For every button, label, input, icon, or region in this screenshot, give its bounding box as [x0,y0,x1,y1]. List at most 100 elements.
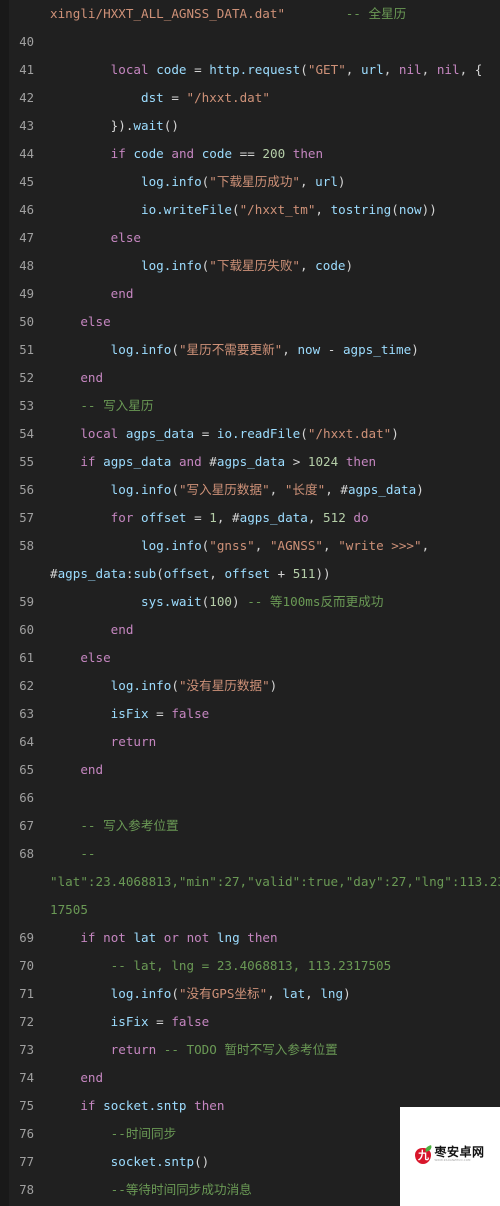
code-line[interactable]: 44 if code and code == 200 then [0,140,500,168]
line-content[interactable]: dst = "/hxxt.dat" [44,84,500,112]
token-pun [156,1042,164,1057]
line-content[interactable]: isFix = false [44,700,500,728]
code-line-wrapped[interactable]: "lat":23.4068813,"min":27,"valid":true,"… [0,868,500,896]
code-line[interactable]: 74 end [0,1064,500,1092]
line-content[interactable]: end [44,616,500,644]
code-line[interactable]: 42 dst = "/hxxt.dat" [0,84,500,112]
token-fn: lat [282,986,306,1001]
line-content[interactable]: for offset = 1, #agps_data, 512 do [44,504,500,532]
token-pun [133,510,141,525]
code-line[interactable]: 72 isFix = false [0,1008,500,1036]
code-line[interactable]: 40 [0,28,500,56]
line-content[interactable]: end [44,1064,500,1092]
token-fn: offset [163,566,210,581]
line-content[interactable]: -- lat, lng = 23.4068813, 113.2317505 [44,952,500,980]
line-content[interactable]: end [44,756,500,784]
code-line[interactable]: 47 else [0,224,500,252]
line-content[interactable]: end [44,280,500,308]
token-str: "GET" [307,62,346,77]
token-pun [96,454,104,469]
line-content[interactable]: log.info("没有GPS坐标", lat, lng) [44,980,500,1008]
token-pun [50,1042,111,1057]
token-pun: , [421,62,437,77]
line-content[interactable]: if code and code == 200 then [44,140,500,168]
code-line[interactable]: 63 isFix = false [0,700,500,728]
code-lines-container[interactable]: xingli/HXXT_ALL_AGNSS_DATA.dat" -- 全星历 40… [0,0,500,1204]
token-pun: , [267,986,283,1001]
line-content[interactable]: -- 写入星历 [44,392,500,420]
code-line[interactable]: 48 log.info("下载星历失败", code) [0,252,500,280]
token-pun: , [307,510,324,525]
token-num: 1024 [307,454,339,469]
line-content[interactable]: sys.wait(100) -- 等100ms反而更成功 [44,588,500,616]
code-line[interactable]: 41 local code = http.request("GET", url,… [0,56,500,84]
code-line[interactable]: 59 sys.wait(100) -- 等100ms反而更成功 [0,588,500,616]
code-line[interactable]: 50 else [0,308,500,336]
code-line[interactable]: 54 local agps_data = io.readFile("/hxxt.… [0,420,500,448]
line-content[interactable]: log.info("星历不需要更新", now - agps_time) [44,336,500,364]
code-line[interactable]: 55 if agps_data and #agps_data > 1024 th… [0,448,500,476]
line-content[interactable]: -- 写入参考位置 [44,812,500,840]
code-line[interactable]: 57 for offset = 1, #agps_data, 512 do [0,504,500,532]
code-line[interactable]: 68 -- [0,840,500,868]
code-line[interactable]: 69 if not lat or not lng then [0,924,500,952]
code-line[interactable]: 53 -- 写入星历 [0,392,500,420]
token-pun [285,6,346,21]
line-content[interactable]: local agps_data = io.readFile("/hxxt.dat… [44,420,500,448]
line-content[interactable]: end [44,364,500,392]
code-line-wrapped[interactable]: xingli/HXXT_ALL_AGNSS_DATA.dat" -- 全星历 [0,0,500,28]
line-content[interactable]: -- [44,840,500,868]
code-line[interactable]: 49 end [0,280,500,308]
token-pun [50,650,80,665]
code-line[interactable]: 66 [0,784,500,812]
code-line[interactable]: 65 end [0,756,500,784]
line-content[interactable]: else [44,644,500,672]
line-content[interactable]: io.writeFile("/hxxt_tm", tostring(now)) [44,196,500,224]
code-line-wrapped[interactable]: #agps_data:sub(offset, offset + 511)) [0,560,500,588]
line-content[interactable]: 17505 [44,896,500,924]
code-editor[interactable]: xingli/HXXT_ALL_AGNSS_DATA.dat" -- 全星历 40… [0,0,500,1206]
line-content[interactable]: }).wait() [44,112,500,140]
token-str: "/hxxt_tm" [239,202,316,217]
code-line[interactable]: 45 log.info("下载星历成功", url) [0,168,500,196]
line-content[interactable]: else [44,308,500,336]
token-pun [50,762,80,777]
line-content[interactable]: log.info("下载星历成功", url) [44,168,500,196]
line-content[interactable]: #agps_data:sub(offset, offset + 511)) [44,560,500,588]
code-line-wrapped[interactable]: 17505 [0,896,500,924]
token-pun: = [186,510,210,525]
line-content[interactable]: xingli/HXXT_ALL_AGNSS_DATA.dat" -- 全星历 [44,0,500,28]
line-content[interactable]: log.info("gnss", "AGNSS", "write >>>", [44,532,500,560]
code-line[interactable]: 51 log.info("星历不需要更新", now - agps_time) [0,336,500,364]
line-content[interactable]: if not lat or not lng then [44,924,500,952]
code-line[interactable]: 73 return -- TODO 暂时不写入参考位置 [0,1036,500,1064]
line-content[interactable]: log.info("没有星历数据") [44,672,500,700]
token-pun [179,930,187,945]
code-line[interactable]: 43 }).wait() [0,112,500,140]
code-line[interactable]: 46 io.writeFile("/hxxt_tm", tostring(now… [0,196,500,224]
line-content[interactable]: log.info("写入星历数据", "长度", #agps_data) [44,476,500,504]
token-pun: () [163,118,179,133]
code-line[interactable]: 64 return [0,728,500,756]
line-content[interactable]: return -- TODO 暂时不写入参考位置 [44,1036,500,1064]
token-pun: = [148,1014,172,1029]
code-line[interactable]: 62 log.info("没有星历数据") [0,672,500,700]
token-pun [50,1126,111,1141]
line-content[interactable]: local code = http.request("GET", url, ni… [44,56,500,84]
code-line[interactable]: 60 end [0,616,500,644]
line-content[interactable]: log.info("下载星历失败", code) [44,252,500,280]
line-content[interactable]: isFix = false [44,1008,500,1036]
line-content[interactable]: if agps_data and #agps_data > 1024 then [44,448,500,476]
token-fn: log.info [110,482,172,497]
code-line[interactable]: 58 log.info("gnss", "AGNSS", "write >>>"… [0,532,500,560]
code-line[interactable]: 71 log.info("没有GPS坐标", lat, lng) [0,980,500,1008]
code-line[interactable]: 67 -- 写入参考位置 [0,812,500,840]
code-line[interactable]: 70 -- lat, lng = 23.4068813, 113.2317505 [0,952,500,980]
line-content[interactable]: else [44,224,500,252]
token-pun [50,678,111,693]
code-line[interactable]: 52 end [0,364,500,392]
line-content[interactable]: "lat":23.4068813,"min":27,"valid":true,"… [44,868,500,896]
code-line[interactable]: 56 log.info("写入星历数据", "长度", #agps_data) [0,476,500,504]
line-content[interactable]: return [44,728,500,756]
code-line[interactable]: 61 else [0,644,500,672]
